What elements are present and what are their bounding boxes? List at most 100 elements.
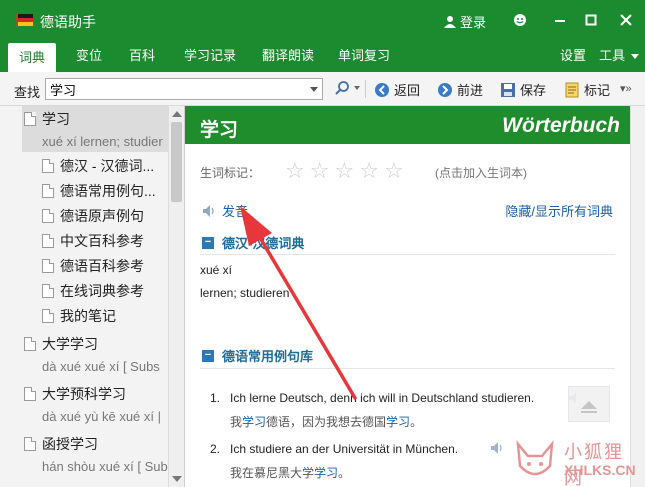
star-icon[interactable]: ☆ <box>285 160 305 182</box>
section-header-dictionary[interactable]: − 德汉-汉德词典 <box>202 233 304 252</box>
close-button[interactable] <box>616 10 636 30</box>
sidebar-item-chinese-encyclopedia[interactable]: 中文百科参考 <box>42 229 144 253</box>
tab-encyclopedia[interactable]: 百科 <box>123 40 161 72</box>
forward-button[interactable]: 前进 <box>437 80 483 99</box>
example-text-segment: 。 <box>410 415 423 429</box>
toolbar-overflow-button[interactable]: ▾» <box>620 82 632 95</box>
content-scrollbar[interactable] <box>630 106 645 487</box>
magnifier-icon <box>335 81 349 95</box>
document-icon <box>42 234 54 248</box>
sidebar-item-pinyin: xué xí lernen; studier <box>42 134 163 149</box>
maximize-button[interactable] <box>581 10 601 30</box>
scroll-down-icon[interactable] <box>172 476 182 482</box>
section-title: 德语常用例句库 <box>222 349 314 364</box>
tools-menu[interactable]: 工具 <box>597 40 641 72</box>
minimize-button[interactable] <box>550 10 570 30</box>
sidebar-item-german-encyclopedia[interactable]: 德语百科参考 <box>42 254 144 278</box>
sidebar-item-examples[interactable]: 德语常用例句... <box>42 179 156 203</box>
sidebar-item-label: 在线词典参考 <box>60 283 144 299</box>
speaker-icon[interactable] <box>490 441 506 455</box>
sidebar-item-pinyin: dà xué xué xí [ Subs <box>42 359 160 374</box>
brand-title: Wörterbuch <box>502 114 620 137</box>
tab-word-review[interactable]: 单词复习 <box>334 40 394 72</box>
sidebar-item-online-dict[interactable]: 在线词典参考 <box>42 279 144 303</box>
overflow-chevron-icon: ▾» <box>620 83 632 95</box>
highlighted-term[interactable]: 学习 <box>386 415 410 429</box>
sidebar-item-label: 学习 <box>42 111 70 127</box>
definition-meaning: lernen; studieren <box>200 286 290 300</box>
smiley-icon <box>514 14 526 26</box>
sidebar-item-audio-examples[interactable]: 德语原声例句 <box>42 204 144 228</box>
document-icon <box>42 284 54 298</box>
login-button[interactable]: 登录 <box>444 12 486 31</box>
collapse-icon[interactable]: − <box>202 236 214 249</box>
sidebar-item-label: 德语常用例句... <box>60 183 156 199</box>
sidebar-scrollbar[interactable] <box>168 106 184 487</box>
highlighted-term[interactable]: 学习 <box>314 466 338 480</box>
toggle-all-dictionaries-link[interactable]: 隐藏/显示所有词典 <box>505 201 613 220</box>
sidebar-item-dict[interactable]: 德汉 - 汉德词... <box>42 154 154 178</box>
rating-hint: (点击加入生词本) <box>435 166 527 180</box>
settings-menu[interactable]: 设置 <box>556 40 590 72</box>
forward-arrow-icon <box>438 82 452 97</box>
star-icon[interactable]: ☆ <box>384 160 404 182</box>
main-tab-bar: 词典 变位 百科 学习记录 翻译朗读 单词复习 设置 工具 <box>0 40 645 72</box>
tab-conjugation[interactable]: 变位 <box>70 40 108 72</box>
toolbar-divider <box>365 80 366 98</box>
star-icon[interactable]: ☆ <box>310 160 330 182</box>
tab-dictionary[interactable]: 词典 <box>8 43 56 72</box>
search-button[interactable] <box>334 80 360 96</box>
fox-logo-icon <box>516 440 554 476</box>
notepad-icon <box>565 82 579 97</box>
document-icon <box>42 309 54 323</box>
document-icon <box>24 112 36 126</box>
headword: 学习 <box>200 120 239 141</box>
highlighted-term[interactable]: 学习 <box>242 415 266 429</box>
arrow-up-icon <box>581 401 597 413</box>
title-bar: 德语助手 登录 <box>0 0 645 40</box>
save-button[interactable]: 保存 <box>500 80 546 99</box>
word-header: 学习 Wörterbuch <box>185 106 630 144</box>
back-button[interactable]: 返回 <box>374 80 420 99</box>
example-chinese: 我在慕尼黑大学学习。 <box>230 464 350 481</box>
back-arrow-icon <box>375 82 389 97</box>
document-icon <box>24 337 36 351</box>
sidebar-item-word[interactable]: 学习 <box>24 107 70 131</box>
sidebar-item-label: 我的笔记 <box>60 308 116 324</box>
tab-translate-read[interactable]: 翻译朗读 <box>258 40 318 72</box>
collapse-icon[interactable]: − <box>202 349 214 362</box>
skin-button[interactable] <box>510 10 530 30</box>
app-logo-icon <box>16 13 33 27</box>
pronounce-button[interactable]: 发音 <box>202 201 248 220</box>
scrollbar-thumb[interactable] <box>171 122 182 202</box>
chevron-down-icon <box>354 86 360 90</box>
sidebar-item-word[interactable]: 大学学习 <box>24 332 98 356</box>
section-header-examples[interactable]: − 德语常用例句库 <box>202 346 313 365</box>
watermark-domain: XHLKS.CN <box>564 462 636 478</box>
star-rating[interactable]: ☆ ☆ ☆ ☆ ☆ <box>285 160 404 182</box>
search-combobox[interactable] <box>45 78 323 100</box>
toolbar: 查找 返回 前进 保存 <box>0 72 645 106</box>
sidebar-item-notes[interactable]: 我的笔记 <box>42 304 116 328</box>
back-label: 返回 <box>394 83 421 98</box>
back-to-top-button[interactable] <box>568 386 610 422</box>
section-divider <box>200 368 615 369</box>
search-dropdown-arrow-icon[interactable] <box>310 87 318 92</box>
star-icon[interactable]: ☆ <box>359 160 379 182</box>
example-number: 2. <box>210 442 221 456</box>
document-icon <box>24 387 36 401</box>
scroll-up-icon[interactable] <box>172 111 182 117</box>
search-input[interactable] <box>46 79 296 99</box>
sidebar-item-label: 大学学习 <box>42 336 98 352</box>
login-label: 登录 <box>460 15 487 30</box>
speaker-icon <box>203 204 214 217</box>
close-icon <box>620 14 632 26</box>
sidebar-item-word[interactable]: 大学预科学习 <box>24 382 126 406</box>
example-number: 1. <box>210 391 221 405</box>
bookmark-button[interactable]: 标记 <box>564 80 610 99</box>
save-label: 保存 <box>520 83 547 98</box>
star-icon[interactable]: ☆ <box>334 160 354 182</box>
example-chinese: 我学习德语，因为我想去德国学习。 <box>230 413 422 430</box>
sidebar-item-word[interactable]: 函授学习 <box>24 432 98 456</box>
tab-study-record[interactable]: 学习记录 <box>180 40 240 72</box>
